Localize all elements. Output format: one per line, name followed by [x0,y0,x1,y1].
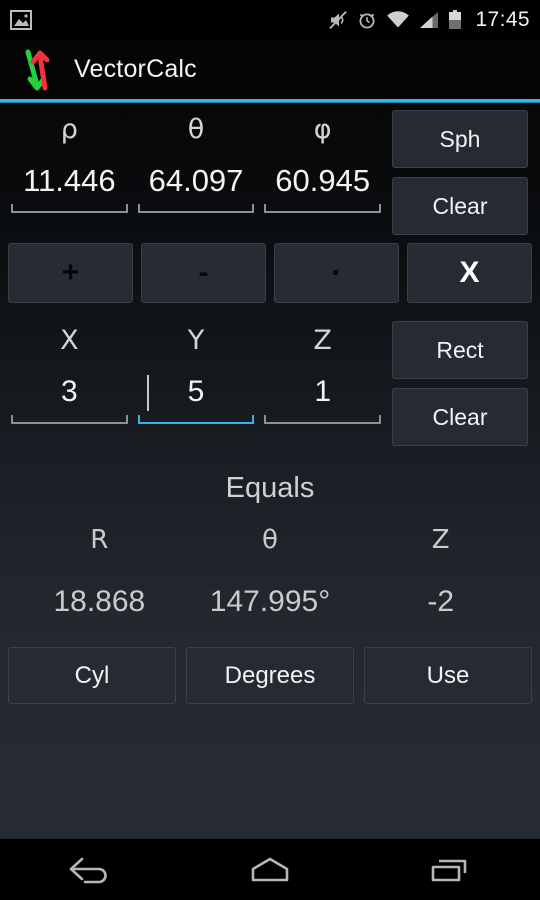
result-header-theta: θ [262,525,278,555]
operator-dot-product-button[interactable]: · [274,243,399,303]
text-cursor [146,375,149,411]
rectangular-label-y: Y [187,325,205,356]
spherical-value-phi: 60.945 [275,163,371,198]
cylindrical-mode-button[interactable]: Cyl [8,647,176,704]
result-column-z: Z -2 [355,525,526,619]
spherical-side-buttons: Sph Clear [386,102,534,235]
result-value-theta: 147.995° [209,585,331,618]
spherical-mode-button[interactable]: Sph [392,110,528,168]
spherical-section: ρ 11.446 θ 64.097 φ 60.945 Sph Clear [0,102,540,235]
rectangular-mode-button[interactable]: Rect [392,321,528,379]
field-underline [11,415,128,424]
vector-arrows-icon [25,49,50,90]
result-headers: R 18.868 θ 147.995° Z -2 [0,525,540,619]
battery-icon [449,10,462,29]
volume-mute-icon [329,10,348,30]
app-title: VectorCalc [74,55,197,83]
spherical-value-rho: 11.446 [23,163,116,198]
result-header-r: R [90,525,109,555]
wifi-icon [387,11,410,28]
rectangular-value-z: 1 [314,375,332,408]
rectangular-input-x[interactable]: 3 [11,369,128,424]
recents-icon [431,859,467,881]
spherical-label-phi: φ [313,114,332,145]
result-header-z: Z [431,525,450,555]
rectangular-field-y: Y 5 [133,313,260,446]
status-bar-clock: 17:45 [475,8,530,31]
action-bar: VectorCalc [0,40,540,99]
home-icon [251,857,289,881]
nav-back-button[interactable] [0,853,180,887]
result-column-r: R 18.868 [14,525,185,619]
rectangular-fields: X 3 Y 5 Z 1 [6,313,386,446]
spherical-input-phi[interactable]: 60.945 [264,158,382,213]
spherical-input-rho[interactable]: 11.446 [11,158,128,213]
nav-recents-button[interactable] [360,853,540,887]
field-underline-focused [137,415,255,424]
status-bar: 17:45 [0,0,540,40]
spherical-label-theta: θ [187,114,205,145]
main-content: ρ 11.446 θ 64.097 φ 60.945 Sph Clear + -… [0,102,540,704]
rectangular-label-z: Z [313,325,332,356]
operator-subtract-button[interactable]: - [141,243,266,303]
spherical-field-theta: θ 64.097 [133,102,260,235]
rectangular-field-x: X 3 [6,313,133,446]
rectangular-section: X 3 Y 5 Z 1 Rect Clear [0,313,540,446]
result-value-r: 18.868 [53,585,146,618]
operator-cross-product-button[interactable]: X [407,243,532,303]
rectangular-label-x: X [60,325,79,356]
rectangular-side-buttons: Rect Clear [386,313,534,446]
spherical-fields: ρ 11.446 θ 64.097 φ 60.945 [6,102,386,235]
spherical-field-rho: ρ 11.446 [6,102,133,235]
field-underline [264,204,382,213]
app-screen: 17:45 VectorCalc ρ 11.446 θ 64.097 φ 60.… [0,0,540,900]
use-result-button[interactable]: Use [364,647,532,704]
status-bar-system-icons: 17:45 [328,8,530,32]
android-navigation-bar [0,838,540,900]
field-underline [137,204,255,213]
spherical-field-phi: φ 60.945 [259,102,386,235]
rectangular-field-z: Z 1 [259,313,386,446]
spherical-input-theta[interactable]: 64.097 [137,158,255,213]
spherical-label-rho: ρ [60,114,78,145]
result-value-z: -2 [427,585,455,618]
back-icon [69,857,107,883]
rectangular-input-y[interactable]: 5 [137,369,255,424]
degrees-toggle-button[interactable]: Degrees [186,647,354,704]
field-underline [11,204,128,213]
status-bar-notifications [10,10,32,30]
operator-row: + - · X [0,235,540,303]
nav-home-button[interactable] [180,853,360,887]
operator-add-button[interactable]: + [8,243,133,303]
spherical-clear-button[interactable]: Clear [392,177,528,235]
gallery-icon [10,10,32,30]
result-column-theta: θ 147.995° [185,525,356,619]
result-action-row: Cyl Degrees Use [0,619,540,704]
rectangular-value-x: 3 [60,375,78,408]
field-underline [264,415,382,424]
equals-label: Equals [225,472,315,504]
rectangular-clear-button[interactable]: Clear [392,388,528,446]
alarm-clock-icon [359,13,375,29]
rectangular-input-z[interactable]: 1 [264,369,382,424]
cellular-signal-icon [420,12,439,28]
rectangular-value-y: 5 [187,375,205,408]
spherical-value-theta: 64.097 [148,163,244,198]
